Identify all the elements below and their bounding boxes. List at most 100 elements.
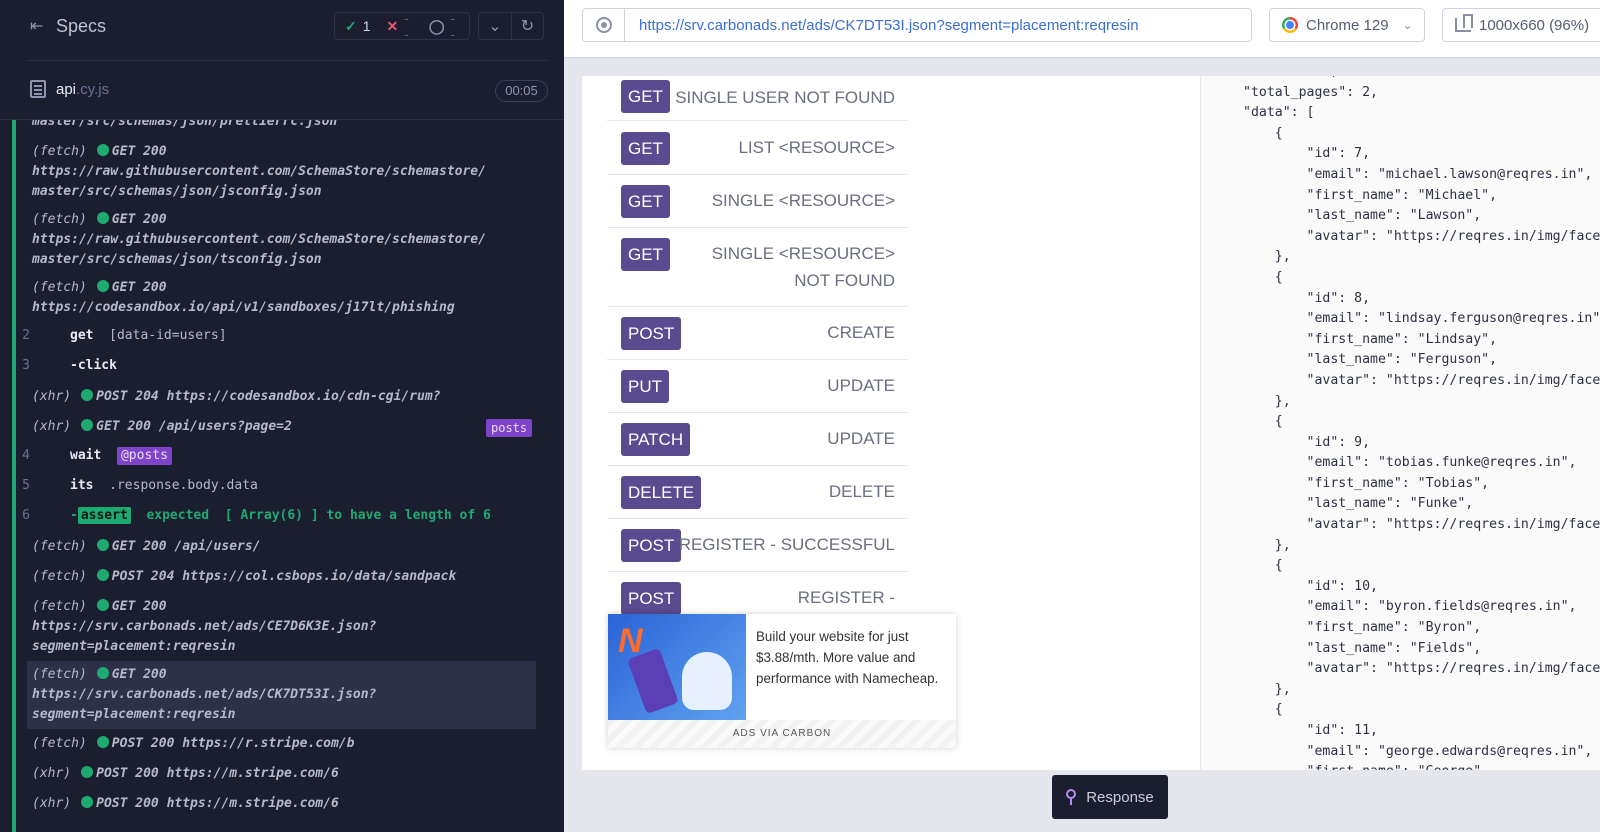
carbon-ad[interactable]: N Build your website for just $3.88/mth.…: [608, 614, 956, 748]
ad-text[interactable]: Build your website for just $3.88/mth. M…: [756, 626, 946, 689]
chevron-down-icon[interactable]: ⌄: [479, 13, 511, 39]
method-badge: PATCH: [621, 423, 691, 456]
command-wait[interactable]: 4 wait @posts: [22, 446, 548, 466]
status-dot-icon: [96, 599, 109, 611]
method-badge: GET: [621, 132, 670, 165]
ad-image[interactable]: N: [608, 614, 746, 720]
chevron-down-icon: ⌄: [1402, 18, 1413, 32]
url-text[interactable]: https://srv.carbonads.net/ads/CK7DT53I.j…: [639, 17, 1139, 34]
status-dot-icon: [96, 144, 109, 156]
document-icon: [30, 80, 46, 98]
log-entry-selected[interactable]: (fetch) GET 200 https://srv.carbonads.net…: [32, 665, 548, 725]
log-entry[interactable]: (fetch) GET 200 https://srv.carbonads.net…: [32, 597, 548, 657]
selector-playground-button[interactable]: [583, 9, 625, 41]
status-dot-icon: [96, 667, 109, 679]
reporter-controls: ⌄ ↻: [478, 12, 544, 40]
restart-icon[interactable]: ↻: [510, 13, 543, 39]
endpoint-item[interactable]: PUT UPDATE: [607, 360, 907, 413]
check-icon: ✓: [345, 17, 357, 34]
endpoint-item[interactable]: POST REGISTER - SUCCESSFUL: [607, 519, 907, 572]
endpoint-item[interactable]: GET SINGLE <RESOURCE> NOT FOUND: [607, 228, 907, 307]
x-icon: ✕: [386, 17, 399, 34]
json-response-text: "total": 12, "total_pages": 2, "data": […: [1243, 76, 1600, 770]
endpoint-label: UPDATE: [827, 429, 895, 448]
log-entry[interactable]: (xhr) POST 204 https://codesandbox.io/cdn…: [32, 387, 548, 407]
pending-icon: ◯: [428, 17, 445, 34]
command-get[interactable]: 2 get [data-id=users]: [22, 326, 548, 346]
command-click[interactable]: 3 -click: [22, 356, 548, 376]
log-entry[interactable]: (xhr) GET 200 /api/users?page=2: [32, 417, 548, 437]
viewport-info[interactable]: 1000x660 (96%): [1442, 8, 1600, 42]
method-badge: GET: [621, 185, 670, 218]
log-entry[interactable]: (fetch) POST 200 https://r.stripe.com/b: [32, 734, 548, 754]
viewport-icon: [1455, 14, 1473, 32]
crosshair-icon: [595, 17, 612, 33]
log-entry[interactable]: (fetch) GET 200 https://codesandbox.io/ap…: [32, 278, 548, 318]
log-entry[interactable]: master/src/schemas/json/prettierrc.json: [32, 120, 548, 132]
browser-selector[interactable]: Chrome 129 ⌄: [1269, 8, 1425, 42]
endpoint-item[interactable]: DELETE DELETE: [607, 466, 907, 519]
chrome-icon: [1282, 17, 1298, 33]
specs-label[interactable]: Specs: [56, 16, 106, 37]
log-entry[interactable]: (fetch) POST 204 https://col.csbops.io/da…: [32, 567, 548, 587]
method-badge: POST: [621, 529, 682, 562]
method-badge: DELETE: [621, 476, 702, 509]
log-entry[interactable]: (fetch) GET 200 https://raw.githubusercon…: [32, 142, 548, 202]
pending-stat[interactable]: ◯ --: [429, 10, 459, 42]
method-badge: GET: [621, 238, 670, 271]
json-response-panel: "total": 12, "total_pages": 2, "data": […: [1200, 76, 1600, 770]
endpoint-label: SINGLE <RESOURCE> NOT FOUND: [711, 244, 895, 290]
command-log: master/src/schemas/json/prettierrc.json …: [12, 120, 548, 832]
phone-illustration-icon: [627, 647, 679, 715]
reporter-header: ⇤ Specs ✓ 1 ✕ -- ◯ -- ⌄ ↻: [0, 0, 564, 54]
status-dot-icon: [96, 212, 109, 224]
endpoint-item[interactable]: POST CREATE: [607, 307, 907, 360]
reporter-panel: ⇤ Specs ✓ 1 ✕ -- ◯ -- ⌄ ↻ api.cy.js 00:05 m…: [0, 0, 564, 832]
astronaut-illustration-icon: [682, 652, 732, 710]
method-badge: GET: [621, 80, 670, 113]
endpoint-item[interactable]: GET SINGLE <RESOURCE>: [607, 175, 907, 228]
divider: [26, 60, 548, 61]
spec-file-row[interactable]: api.cy.js 00:05: [0, 70, 564, 112]
endpoint-item[interactable]: GET LIST <RESOURCE>: [607, 122, 907, 175]
aut-header: https://srv.carbonads.net/ads/CK7DT53I.j…: [564, 0, 1600, 58]
endpoint-label: SINGLE USER NOT FOUND: [675, 88, 895, 107]
log-entry[interactable]: (fetch) GET 200 /api/users/: [32, 537, 548, 557]
log-entry[interactable]: (fetch) GET 200 https://raw.githubusercon…: [32, 210, 548, 270]
endpoint-label: CREATE: [827, 323, 895, 342]
passed-stat[interactable]: ✓ 1: [345, 18, 371, 35]
endpoint-item[interactable]: GET SINGLE USER NOT FOUND: [607, 76, 907, 121]
response-button[interactable]: Response: [1052, 775, 1168, 819]
ad-footer[interactable]: ADS VIA CARBON: [608, 720, 956, 748]
status-dot-icon: [81, 389, 94, 401]
status-dot-icon: [96, 569, 109, 581]
status-dot-icon: [96, 736, 109, 748]
assert-badge: assert: [77, 507, 131, 524]
log-entry[interactable]: (xhr) POST 200 https://m.stripe.com/6: [32, 794, 548, 814]
alias-badge-posts[interactable]: posts: [486, 419, 533, 437]
endpoint-label: REGISTER -: [797, 588, 895, 607]
test-stats: ✓ 1 ✕ -- ◯ --: [334, 10, 470, 42]
status-dot-icon: [81, 419, 94, 431]
cypress-runner: ⇤ Specs ✓ 1 ✕ -- ◯ -- ⌄ ↻ api.cy.js 00:05 m…: [0, 0, 1600, 832]
endpoint-label: LIST <RESOURCE>: [738, 138, 895, 157]
alias-badge: @posts: [116, 447, 172, 465]
pin-icon: [1066, 789, 1077, 805]
status-dot-icon: [81, 796, 94, 808]
log-entry[interactable]: (xhr) POST 200 https://m.stripe.com/6: [32, 764, 548, 784]
status-dot-icon: [96, 539, 109, 551]
endpoint-label: UPDATE: [827, 376, 895, 395]
url-bar[interactable]: https://srv.carbonads.net/ads/CK7DT53I.j…: [582, 8, 1252, 42]
endpoint-label: SINGLE <RESOURCE>: [711, 191, 895, 210]
endpoint-label: REGISTER - SUCCESSFUL: [678, 535, 895, 554]
endpoint-item[interactable]: PATCH UPDATE: [607, 413, 907, 466]
command-its[interactable]: 5 its .response.body.data: [22, 476, 548, 496]
command-assert[interactable]: 6 - assert expected [ Array(6) ] to have …: [22, 506, 548, 526]
collapse-specs-icon[interactable]: ⇤: [30, 19, 48, 35]
status-dot-icon: [81, 766, 94, 778]
failed-stat[interactable]: ✕ --: [387, 10, 413, 42]
method-badge: POST: [621, 317, 682, 350]
spec-duration: 00:05: [495, 80, 548, 102]
method-badge: POST: [621, 582, 682, 615]
method-badge: PUT: [621, 370, 669, 403]
